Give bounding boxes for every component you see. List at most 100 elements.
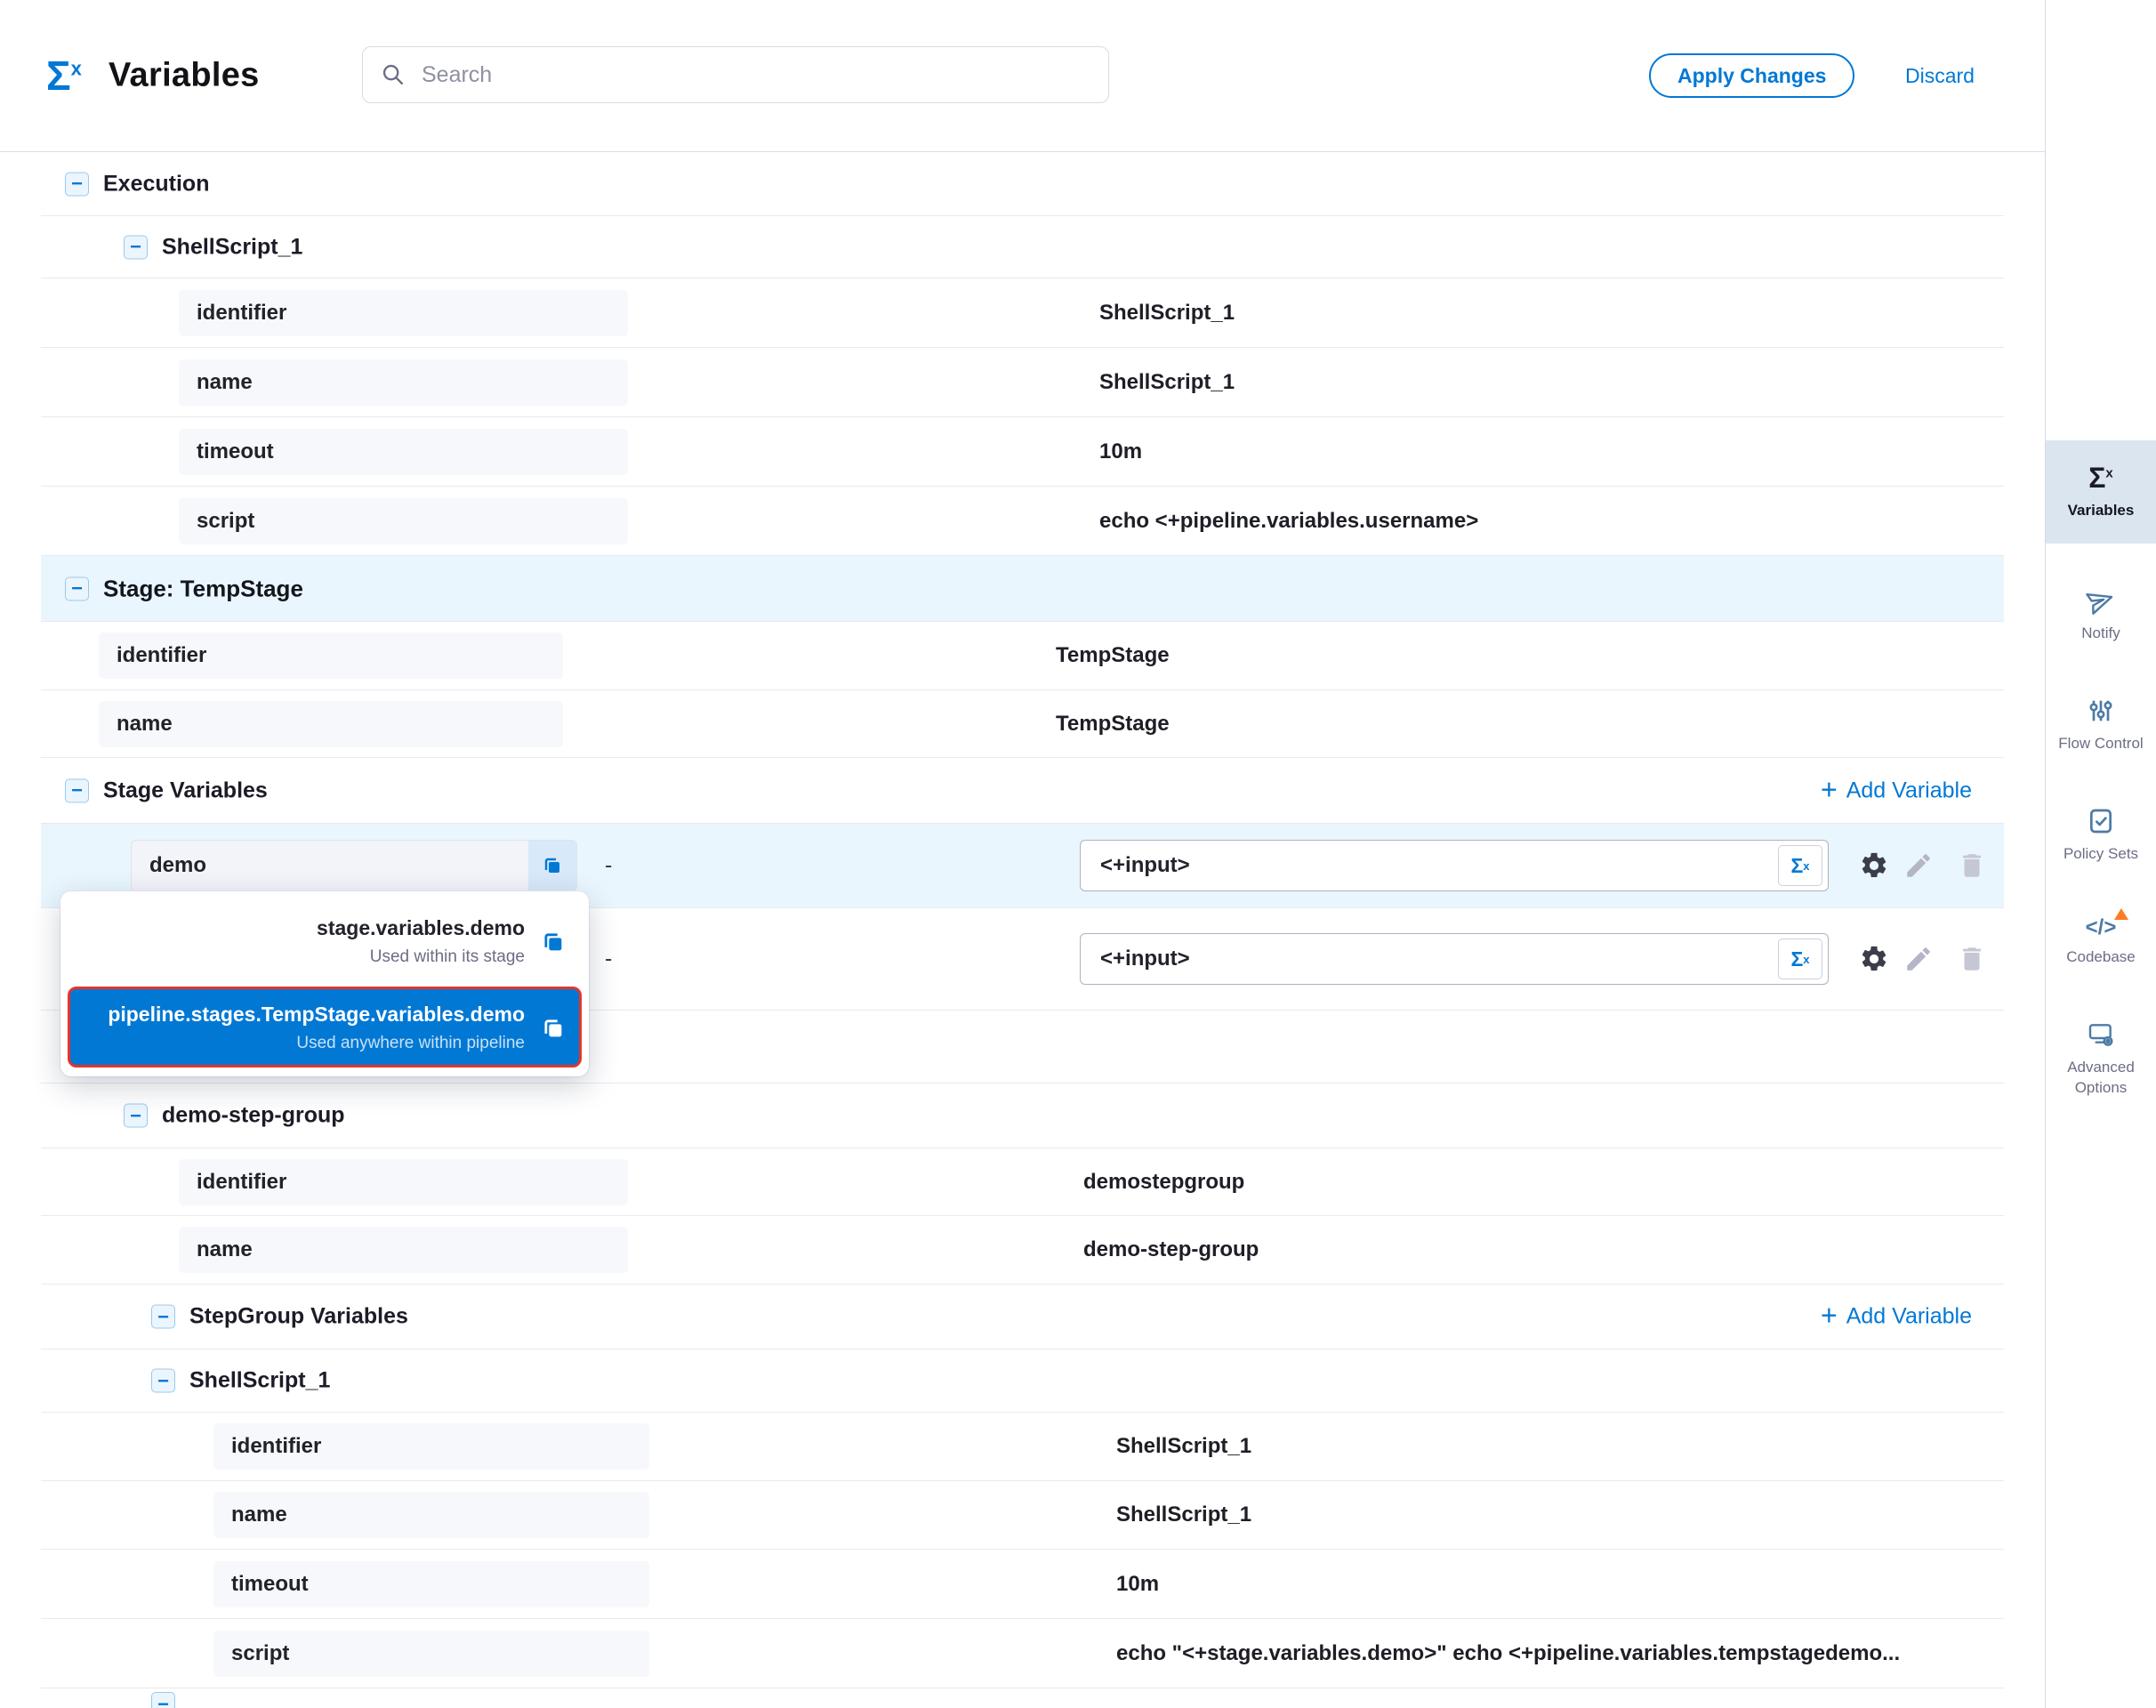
edit-pencil-icon[interactable] bbox=[1903, 944, 1934, 974]
property-row: name ShellScript_1 bbox=[41, 348, 2004, 417]
stepgroup-label: demo-step-group bbox=[162, 1103, 345, 1129]
variable-path-popover: stage.variables.demo Used within its sta… bbox=[60, 891, 589, 1076]
property-name-cell: name bbox=[99, 701, 563, 747]
collapse-icon[interactable]: − bbox=[124, 235, 148, 259]
runtime-input-sigma-icon[interactable]: Σx bbox=[1778, 939, 1822, 979]
section-row-stage-variables: − Stage Variables + Add Variable bbox=[41, 758, 2004, 824]
collapse-icon[interactable]: − bbox=[65, 778, 89, 802]
step-row-shellscript: − ShellScript_1 bbox=[41, 216, 2004, 278]
stage-title: Stage: TempStage bbox=[103, 575, 303, 602]
sidebar-item-notify[interactable]: Notify bbox=[2046, 568, 2156, 661]
property-name-cell: identifier bbox=[99, 632, 563, 679]
edit-pencil-icon[interactable] bbox=[1903, 850, 1934, 881]
search-icon bbox=[381, 62, 406, 87]
variables-panel: Σx Variables Apply Changes Discard − Exe… bbox=[0, 0, 2156, 1708]
settings-gear-icon[interactable] bbox=[1859, 850, 1889, 881]
apply-changes-button[interactable]: Apply Changes bbox=[1649, 53, 1854, 98]
collapse-icon[interactable]: − bbox=[151, 1692, 175, 1708]
delete-trash-icon[interactable] bbox=[1957, 944, 1987, 974]
required-dash: - bbox=[605, 947, 612, 972]
property-row: identifier TempStage bbox=[41, 622, 2004, 690]
property-row: timeout 10m bbox=[41, 1550, 2004, 1619]
variable-path: pipeline.stages.TempStage.variables.demo bbox=[108, 1003, 525, 1027]
runtime-input-sigma-icon[interactable]: Σx bbox=[1778, 845, 1822, 886]
property-name-cell: identifier bbox=[179, 290, 628, 336]
paper-plane-icon bbox=[2083, 583, 2119, 618]
sidebar-item-flow-control[interactable]: Flow Control bbox=[2046, 679, 2156, 771]
partial-row: − bbox=[41, 1688, 2004, 1708]
settings-gear-icon[interactable] bbox=[1859, 944, 1889, 974]
sidebar-item-variables[interactable]: Σx Variables bbox=[2046, 440, 2156, 544]
property-name-cell: name bbox=[179, 359, 628, 406]
property-value: ShellScript_1 bbox=[1116, 1434, 1251, 1459]
variable-value-input[interactable]: <+input> Σx bbox=[1080, 840, 1829, 891]
variable-value-input[interactable]: <+input> Σx bbox=[1080, 933, 1829, 985]
discard-button[interactable]: Discard bbox=[1900, 53, 1980, 98]
property-value: 10m bbox=[1099, 439, 1142, 464]
page-title: Variables bbox=[109, 57, 260, 95]
property-value: demo-step-group bbox=[1083, 1237, 1259, 1262]
property-row: timeout 10m bbox=[41, 417, 2004, 487]
copy-icon[interactable] bbox=[541, 1016, 566, 1041]
property-value: ShellScript_1 bbox=[1099, 370, 1235, 395]
property-name-cell: identifier bbox=[213, 1423, 649, 1470]
copy-variable-button[interactable] bbox=[528, 841, 576, 890]
required-dash: - bbox=[605, 853, 612, 879]
step-row-shellscript: − ShellScript_1 bbox=[41, 1349, 2004, 1413]
copy-icon bbox=[542, 855, 563, 876]
property-name-cell: name bbox=[213, 1492, 649, 1538]
copy-icon[interactable] bbox=[541, 930, 566, 955]
property-value: echo <+pipeline.variables.username> bbox=[1099, 509, 1478, 534]
variable-path-option-pipeline[interactable]: pipeline.stages.TempStage.variables.demo… bbox=[68, 987, 582, 1068]
property-value: demostepgroup bbox=[1083, 1170, 1244, 1195]
stepgroup-row: − demo-step-group bbox=[41, 1084, 2004, 1148]
property-name-cell: timeout bbox=[213, 1561, 649, 1607]
variable-scope-hint: Used anywhere within pipeline bbox=[296, 1034, 525, 1053]
variable-name-input[interactable]: demo bbox=[131, 840, 577, 891]
section-label: Execution bbox=[103, 171, 209, 197]
delete-trash-icon[interactable] bbox=[1957, 850, 1987, 881]
section-row-stepgroup-variables: − StepGroup Variables + Add Variable bbox=[41, 1285, 2004, 1349]
collapse-icon[interactable]: − bbox=[65, 172, 89, 196]
variable-path-option-stage[interactable]: stage.variables.demo Used within its sta… bbox=[68, 900, 582, 981]
sidebar-item-policy-sets[interactable]: Policy Sets bbox=[2046, 789, 2156, 882]
add-variable-button[interactable]: + Add Variable bbox=[1821, 1304, 1972, 1330]
sidebar-item-codebase[interactable]: </> Codebase bbox=[2046, 899, 2156, 985]
property-row: name TempStage bbox=[41, 690, 2004, 758]
plus-icon: + bbox=[1821, 1301, 1838, 1330]
property-row: script echo "<+stage.variables.demo>" ec… bbox=[41, 1619, 2004, 1688]
property-value: echo "<+stage.variables.demo>" echo <+pi… bbox=[1116, 1641, 1900, 1666]
property-name-cell: timeout bbox=[179, 429, 628, 475]
search-input[interactable] bbox=[420, 61, 1090, 89]
variable-path: stage.variables.demo bbox=[317, 916, 525, 940]
property-value: ShellScript_1 bbox=[1116, 1503, 1251, 1527]
advanced-options-icon bbox=[2087, 1020, 2115, 1049]
collapse-icon[interactable]: − bbox=[151, 1305, 175, 1329]
section-row-execution: − Execution bbox=[41, 152, 2004, 216]
property-row: identifier ShellScript_1 bbox=[41, 1413, 2004, 1481]
property-name-cell: script bbox=[213, 1631, 649, 1677]
code-icon: </> bbox=[2086, 917, 2117, 939]
add-variable-button[interactable]: + Add Variable bbox=[1821, 777, 1972, 803]
collapse-icon[interactable]: − bbox=[151, 1369, 175, 1393]
property-row: script echo <+pipeline.variables.usernam… bbox=[41, 487, 2004, 556]
policy-check-icon bbox=[2087, 807, 2115, 835]
property-name-cell: name bbox=[179, 1227, 628, 1273]
property-row: name ShellScript_1 bbox=[41, 1481, 2004, 1550]
step-label: ShellScript_1 bbox=[189, 1368, 330, 1394]
search-box[interactable] bbox=[362, 46, 1109, 103]
variables-sigma-icon: Σx bbox=[2088, 463, 2113, 492]
property-value: ShellScript_1 bbox=[1099, 301, 1235, 326]
sliders-icon bbox=[2087, 697, 2115, 725]
sidebar-item-advanced-options[interactable]: Advanced Options bbox=[2046, 1003, 2156, 1115]
collapse-icon[interactable]: − bbox=[65, 576, 89, 600]
step-label: ShellScript_1 bbox=[162, 234, 302, 260]
right-sidebar: Σx Variables Notify Flow Control Policy … bbox=[2045, 0, 2156, 1708]
property-value: TempStage bbox=[1056, 643, 1170, 668]
property-row: identifier demostepgroup bbox=[41, 1148, 2004, 1216]
main-area: Σx Variables Apply Changes Discard − Exe… bbox=[0, 0, 2045, 1708]
property-value: 10m bbox=[1116, 1572, 1159, 1597]
collapse-icon[interactable]: − bbox=[124, 1104, 148, 1128]
property-row: identifier ShellScript_1 bbox=[41, 278, 2004, 348]
variables-sigma-icon: Σx bbox=[46, 55, 82, 96]
